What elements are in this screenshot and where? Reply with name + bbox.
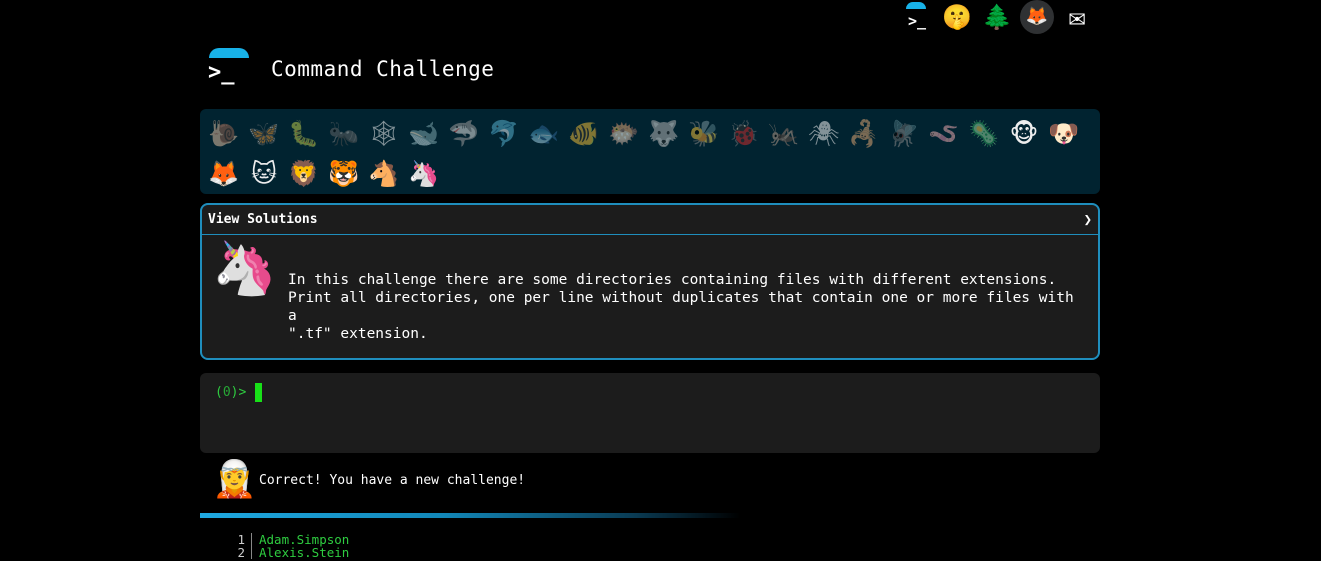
result-divider [200, 513, 740, 518]
dolphin-icon[interactable]: 🐬 [484, 113, 524, 153]
command-output: 1 Adam.Simpson 2 Alexis.Stein [228, 533, 349, 559]
tropical-fish-icon[interactable]: 🐠 [564, 113, 604, 153]
ladybug-icon[interactable]: 🐞 [724, 113, 764, 153]
shushing-face-icon[interactable]: 🤫 [940, 0, 974, 34]
tiger-icon[interactable]: 🐯 [324, 153, 364, 193]
view-solutions-label: View Solutions [208, 212, 318, 227]
page-title: Command Challenge [271, 57, 495, 81]
gitlab-icon[interactable]: 🦊 [1020, 0, 1054, 34]
envelope-icon[interactable]: ✉ [1060, 0, 1094, 34]
cat-icon[interactable]: 🐱 [244, 153, 284, 193]
terminal-input[interactable]: (0)> [200, 373, 1100, 453]
fly-icon[interactable]: 🪰 [884, 113, 924, 153]
solutions-panel: View Solutions ❯ 🦄 In this challenge the… [200, 203, 1100, 360]
snail-icon[interactable]: 🐌 [204, 113, 244, 153]
spider-icon[interactable]: 🕷 [804, 113, 844, 153]
challenge-body: 🦄 In this challenge there are some direc… [202, 235, 1098, 355]
logo[interactable]: >_ [205, 46, 255, 92]
lion-icon[interactable]: 🦁 [284, 153, 324, 193]
line-number: 2 [228, 546, 252, 559]
elf-icon: 🧝 [212, 459, 257, 500]
unicorn-icon[interactable]: 🦄 [404, 153, 444, 193]
top-nav: >_ 🤫 🌲 🦊 ✉ [900, 0, 1094, 34]
ant-icon[interactable]: 🐜 [324, 113, 364, 153]
fox-icon[interactable]: 🦊 [204, 153, 244, 193]
blowfish-icon[interactable]: 🐡 [604, 113, 644, 153]
whale-icon[interactable]: 🐋 [404, 113, 444, 153]
microbe-icon[interactable]: 🦠 [964, 113, 1004, 153]
butterfly-icon[interactable]: 🦋 [244, 113, 284, 153]
bee-icon[interactable]: 🐝 [684, 113, 724, 153]
prompt-close: )> [230, 385, 247, 400]
wolf-icon[interactable]: 🐺 [644, 113, 684, 153]
terminal-cursor [255, 383, 262, 402]
umbrella-shape [906, 2, 926, 9]
caterpillar-icon[interactable]: 🐛 [284, 113, 324, 153]
terminal-prompt: (0)> [215, 385, 246, 400]
prompt-glyph: >_ [907, 11, 927, 30]
prompt-icon: >_ [208, 60, 235, 85]
umbrella-icon [209, 48, 249, 58]
output-text: Alexis.Stein [259, 545, 350, 560]
prompt-count: 0 [222, 385, 231, 400]
page-header: >_ Command Challenge [205, 46, 494, 92]
scorpion-icon[interactable]: 🦂 [844, 113, 884, 153]
challenge-progress-bar: 🐌 🦋 🐛 🐜 🕸 🐋 🦈 🐬 🐟 🐠 🐡 🐺 🐝 🐞 🦗 🕷 🦂 🪰 🪱 🦠 🐵 🐶 🦊 🐱 🦁 🐯 🐴 🦄 [200, 109, 1100, 194]
shark-icon[interactable]: 🦈 [444, 113, 484, 153]
dog-icon[interactable]: 🐶 [1044, 113, 1084, 153]
prompt-open: ( [215, 385, 223, 400]
unicorn-icon: 🦄 [212, 239, 277, 299]
feedback-message: 🧝 Correct! You have a new challenge! [212, 462, 525, 498]
worm-icon[interactable]: 🪱 [924, 113, 964, 153]
fish-icon[interactable]: 🐟 [524, 113, 564, 153]
horse-icon[interactable]: 🐴 [364, 153, 404, 193]
spider-web-icon[interactable]: 🕸 [364, 113, 404, 153]
challenge-description: In this challenge there are some directo… [288, 272, 1074, 342]
commandchallenge-icon[interactable]: >_ [900, 0, 934, 34]
feedback-text: Correct! You have a new challenge! [259, 472, 526, 488]
evergreen-tree-icon[interactable]: 🌲 [980, 0, 1014, 34]
monkey-icon[interactable]: 🐵 [1004, 113, 1044, 153]
cricket-icon[interactable]: 🦗 [764, 113, 804, 153]
chevron-right-icon: ❯ [1083, 211, 1092, 228]
output-line: 2 Alexis.Stein [228, 546, 349, 559]
view-solutions-toggle[interactable]: View Solutions ❯ [202, 205, 1098, 235]
